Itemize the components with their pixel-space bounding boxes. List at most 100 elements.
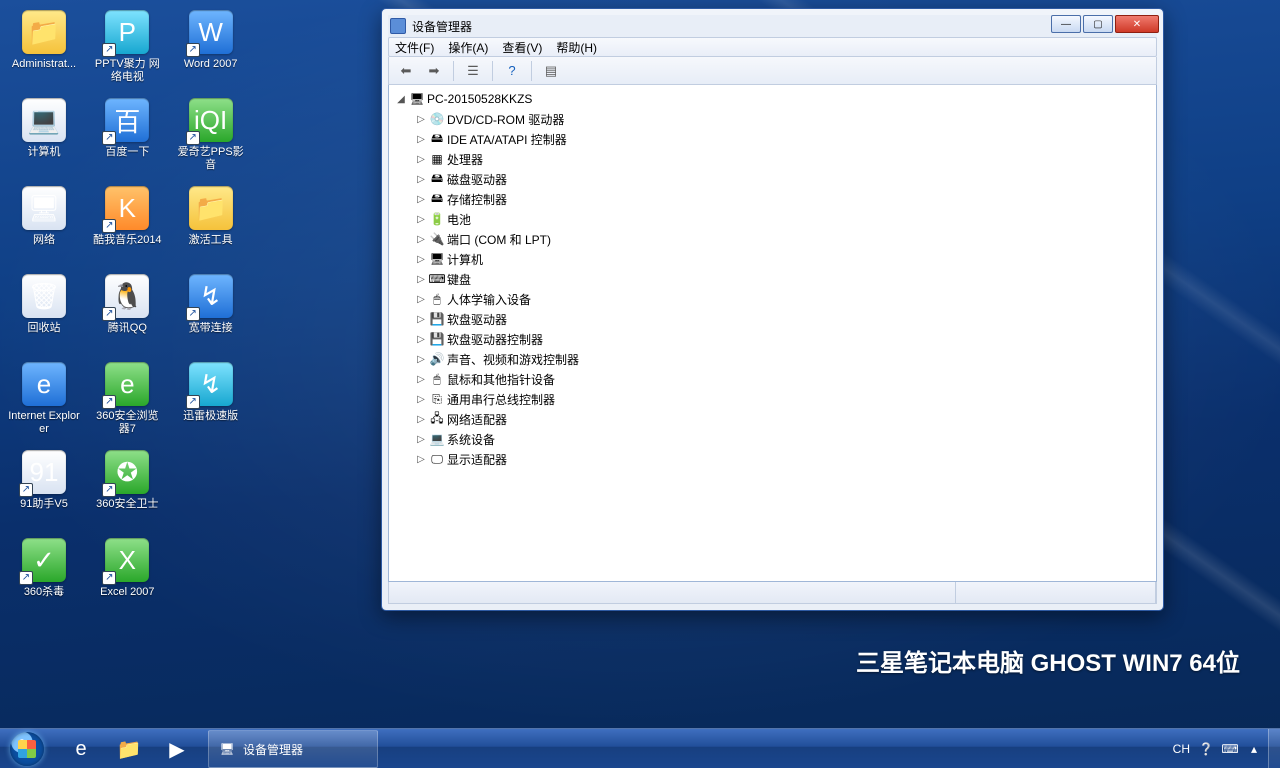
expand-icon[interactable]: ▷ xyxy=(415,213,427,225)
tree-node[interactable]: ▷🖴存储控制器 xyxy=(409,189,1156,209)
shortcut-overlay-icon: ↗ xyxy=(102,483,116,497)
icon-label: 91助手V5 xyxy=(20,498,68,511)
shortcut-overlay-icon: ↗ xyxy=(102,307,116,321)
menu-file[interactable]: 文件(F) xyxy=(395,39,434,56)
task-label: 设备管理器 xyxy=(243,741,303,758)
desktop-icon[interactable]: K↗酷我音乐2014 xyxy=(89,182,165,270)
tree-node[interactable]: ▷🔊声音、视频和游戏控制器 xyxy=(409,349,1156,369)
toolbar-forward-button[interactable]: ➡ xyxy=(423,60,445,82)
desktop-icon[interactable]: 📁Administrat... xyxy=(6,6,82,94)
tree-node[interactable]: ▷🔋电池 xyxy=(409,209,1156,229)
toolbar-help-button[interactable]: ? xyxy=(501,60,523,82)
tree-node[interactable]: ▷💾软盘驱动器 xyxy=(409,309,1156,329)
desktop-icon[interactable]: ↯↗宽带连接 xyxy=(173,270,249,358)
app-icon: 百↗ xyxy=(105,98,149,142)
expand-icon[interactable]: ▷ xyxy=(415,393,427,405)
expand-icon[interactable]: ▷ xyxy=(415,153,427,165)
desktop-icon[interactable]: 百↗百度一下 xyxy=(89,94,165,182)
desktop-icon[interactable]: ✓↗360杀毒 xyxy=(6,534,82,622)
tray-expand-icon[interactable]: ▴ xyxy=(1246,741,1262,757)
tree-node[interactable]: ▷🖵显示适配器 xyxy=(409,449,1156,469)
tree-node[interactable]: ▷💿DVD/CD-ROM 驱动器 xyxy=(409,109,1156,129)
device-category-icon: 🔊 xyxy=(429,351,445,367)
expand-icon[interactable]: ▷ xyxy=(415,453,427,465)
toolbar-back-button[interactable]: ⬅ xyxy=(395,60,417,82)
tree-node[interactable]: ▷🔌端口 (COM 和 LPT) xyxy=(409,229,1156,249)
desktop-icon[interactable]: e↗360安全浏览器7 xyxy=(89,358,165,446)
desktop-icon[interactable]: eInternet Explorer xyxy=(6,358,82,446)
desktop-icon[interactable]: 🖥网络 xyxy=(6,182,82,270)
tree-view[interactable]: ◢ 🖥 PC-20150528KKZS ▷💿DVD/CD-ROM 驱动器▷🖴ID… xyxy=(388,85,1157,582)
tree-node[interactable]: ▷🖧网络适配器 xyxy=(409,409,1156,429)
desktop-icon[interactable]: 🗑回收站 xyxy=(6,270,82,358)
tray-ime[interactable]: CH xyxy=(1173,742,1190,756)
expand-icon[interactable]: ▷ xyxy=(415,373,427,385)
device-category-icon: ⌨ xyxy=(429,271,445,287)
expand-icon[interactable]: ▷ xyxy=(415,193,427,205)
desktop-icon[interactable]: 📁 激活工具 xyxy=(173,182,249,270)
tree-node[interactable]: ▷⎘通用串行总线控制器 xyxy=(409,389,1156,409)
expand-icon[interactable]: ▷ xyxy=(415,433,427,445)
menu-view[interactable]: 查看(V) xyxy=(502,39,542,56)
tree-node-label: 处理器 xyxy=(447,151,483,168)
expand-icon[interactable]: ▷ xyxy=(415,253,427,265)
icon-label: 360安全浏览器7 xyxy=(91,410,163,436)
expand-icon[interactable]: ▷ xyxy=(415,353,427,365)
expand-icon[interactable]: ▷ xyxy=(415,233,427,245)
expand-icon[interactable]: ▷ xyxy=(415,273,427,285)
collapse-icon[interactable]: ◢ xyxy=(395,93,407,105)
expand-icon[interactable]: ▷ xyxy=(415,333,427,345)
icon-label: 360杀毒 xyxy=(24,586,64,599)
tray-keyboard-icon[interactable]: ⌨ xyxy=(1222,741,1238,757)
minimize-button[interactable]: — xyxy=(1051,15,1081,33)
desktop-icon[interactable]: iQI↗爱奇艺PPS影音 xyxy=(173,94,249,182)
maximize-button[interactable]: ▢ xyxy=(1083,15,1113,33)
menu-help[interactable]: 帮助(H) xyxy=(556,39,597,56)
icon-label: 迅雷极速版 xyxy=(183,410,238,423)
tree-node[interactable]: ▷💻系统设备 xyxy=(409,429,1156,449)
pinned-ie[interactable]: e xyxy=(58,730,104,768)
tray-help-icon[interactable]: ❔ xyxy=(1198,741,1214,757)
desktop-icon[interactable]: ↯↗迅雷极速版 xyxy=(173,358,249,446)
icon-label: 激活工具 xyxy=(189,234,233,247)
expand-icon[interactable]: ▷ xyxy=(415,293,427,305)
tree-node[interactable]: ▷💾软盘驱动器控制器 xyxy=(409,329,1156,349)
expand-icon[interactable]: ▷ xyxy=(415,133,427,145)
desktop-icon[interactable]: 🐧↗腾讯QQ xyxy=(89,270,165,358)
tree-node-label: 磁盘驱动器 xyxy=(447,171,507,188)
desktop-icon[interactable]: 💻计算机 xyxy=(6,94,82,182)
tree-node[interactable]: ▷🖱人体学输入设备 xyxy=(409,289,1156,309)
desktop-icon[interactable]: 91↗91助手V5 xyxy=(6,446,82,534)
pinned-explorer[interactable]: 📁 xyxy=(106,730,152,768)
icon-label: 网络 xyxy=(33,234,55,247)
tree-node[interactable]: ▷🖴磁盘驱动器 xyxy=(409,169,1156,189)
tree-node[interactable]: ▷⌨键盘 xyxy=(409,269,1156,289)
app-icon: 🗑 xyxy=(22,274,66,318)
close-button[interactable]: ✕ xyxy=(1115,15,1159,33)
app-icon: 📁 xyxy=(189,186,233,230)
desktop-icon[interactable]: W↗Word 2007 xyxy=(173,6,249,94)
pinned-media-player[interactable]: ▶ xyxy=(154,730,200,768)
desktop-icon[interactable]: ✪↗360安全卫士 xyxy=(89,446,165,534)
tree-node[interactable]: ▷🖥计算机 xyxy=(409,249,1156,269)
tree-node-label: 键盘 xyxy=(447,271,471,288)
tree-node[interactable]: ▷🖱鼠标和其他指针设备 xyxy=(409,369,1156,389)
start-button[interactable] xyxy=(0,729,54,768)
tree-root[interactable]: ◢ 🖥 PC-20150528KKZS xyxy=(389,89,1156,109)
expand-icon[interactable]: ▷ xyxy=(415,113,427,125)
icon-label: 计算机 xyxy=(28,146,61,159)
tree-node[interactable]: ▷▦处理器 xyxy=(409,149,1156,169)
expand-icon[interactable]: ▷ xyxy=(415,313,427,325)
expand-icon[interactable]: ▷ xyxy=(415,413,427,425)
toolbar-treeview-button[interactable]: ☰ xyxy=(462,60,484,82)
toolbar-details-button[interactable]: ▤ xyxy=(540,60,562,82)
desktop-icon[interactable]: P↗PPTV聚力 网络电视 xyxy=(89,6,165,94)
titlebar[interactable]: 设备管理器 — ▢ ✕ xyxy=(388,15,1157,37)
taskbar-task-device-manager[interactable]: 🖥 设备管理器 xyxy=(208,730,378,768)
icon-label: 腾讯QQ xyxy=(108,322,147,335)
desktop-icon[interactable]: X↗Excel 2007 xyxy=(89,534,165,622)
expand-icon[interactable]: ▷ xyxy=(415,173,427,185)
menu-action[interactable]: 操作(A) xyxy=(448,39,488,56)
show-desktop-button[interactable] xyxy=(1268,729,1280,768)
tree-node[interactable]: ▷🖴IDE ATA/ATAPI 控制器 xyxy=(409,129,1156,149)
